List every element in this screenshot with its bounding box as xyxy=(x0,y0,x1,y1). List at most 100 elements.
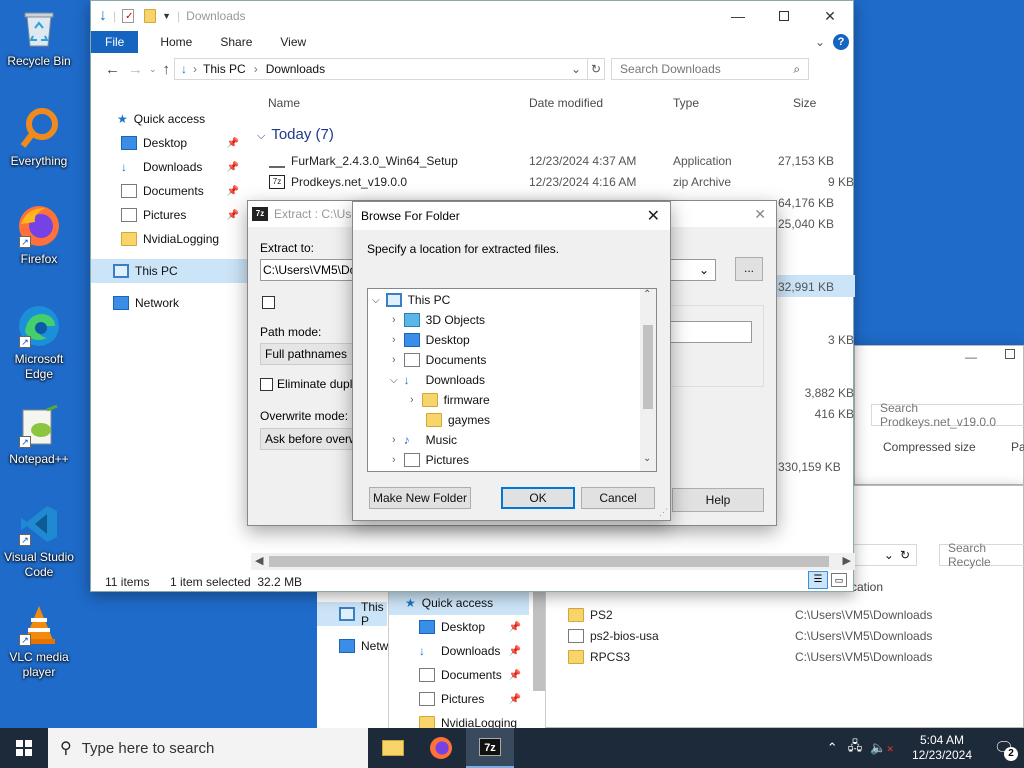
nav-desktop[interactable]: Desktop 📌 xyxy=(389,615,529,639)
taskbar-file-explorer[interactable] xyxy=(382,740,404,756)
column-type[interactable]: Type xyxy=(673,96,699,110)
notification-center-button[interactable]: 🗨 2 xyxy=(984,728,1024,768)
nav-downloads[interactable]: ↓ Downloads 📌 xyxy=(91,155,247,179)
close-button[interactable]: ✕ xyxy=(754,206,766,223)
maximize-button[interactable] xyxy=(1005,349,1015,359)
nav-nvidialogging[interactable]: NvidiaLogging xyxy=(91,227,247,251)
horizontal-scrollbar[interactable]: ◀ ▶ xyxy=(251,553,855,570)
scroll-up-icon[interactable]: ⌃ xyxy=(643,289,651,300)
title-bar[interactable]: Browse For Folder ✕ xyxy=(353,202,670,230)
tab-share[interactable]: Share xyxy=(206,31,266,53)
help-button[interactable]: Help xyxy=(672,488,764,512)
tree-item-this-pc[interactable]: ⌵ This PC xyxy=(372,290,450,310)
file-row[interactable]: FurMark_2.4.3.0_Win64_Setup xyxy=(269,150,458,171)
column-location[interactable]: cation xyxy=(851,580,883,594)
column-pa[interactable]: Pa xyxy=(1011,440,1024,454)
start-button[interactable] xyxy=(0,728,48,768)
tree-item-3d-objects[interactable]: › 3D Objects xyxy=(392,310,485,330)
volume-muted-icon[interactable]: 🔈✕ xyxy=(870,740,894,756)
expand-ribbon-icon[interactable]: ⌄ xyxy=(815,35,825,49)
nav-pictures[interactable]: Pictures 📌 xyxy=(389,687,529,711)
resize-grip-icon[interactable]: ⋰ xyxy=(659,507,668,518)
column-date-modified[interactable]: Date modified xyxy=(529,96,603,110)
explorer-bottom-window[interactable]: ★ Quick access Desktop 📌 ↓ Downloads 📌 Docum… xyxy=(388,590,546,730)
desktop-icon-recycle-bin[interactable]: Recycle Bin xyxy=(0,6,78,69)
tree-item-gaymes[interactable]: gaymes xyxy=(426,410,490,430)
file-row[interactable]: 7z Prodkeys.net_v19.0.0 xyxy=(269,171,407,192)
help-icon[interactable]: ? xyxy=(833,34,849,50)
desktop-icon-vscode[interactable]: ↗ Visual Studio Code xyxy=(0,502,78,580)
password-input[interactable] xyxy=(668,321,752,343)
group-header[interactable]: ⌵ Today (7) xyxy=(257,126,334,143)
tree-item-documents[interactable]: › Documents xyxy=(392,350,486,370)
tree-scrollbar[interactable]: ⌃ ⌄ xyxy=(640,289,656,471)
large-icons-view-button[interactable]: ▭ xyxy=(831,573,847,587)
make-new-folder-button[interactable]: Make New Folder xyxy=(369,487,471,509)
folder-tree[interactable]: ⌵ This PC › 3D Objects › Desktop › Documents… xyxy=(367,288,657,472)
nav-quick-access[interactable]: ★ Quick access xyxy=(389,591,529,615)
scroll-right-icon[interactable]: ▶ xyxy=(843,554,851,567)
close-button[interactable]: ✕ xyxy=(647,206,660,226)
browse-for-folder-dialog[interactable]: Browse For Folder ✕ Specify a location f… xyxy=(352,201,671,521)
column-compressed-size[interactable]: Compressed size xyxy=(883,440,976,454)
file-row[interactable]: RPCS3 xyxy=(568,646,630,667)
scrollbar-thumb[interactable] xyxy=(643,325,653,409)
network-icon[interactable]: 🖧 xyxy=(848,737,863,759)
search-input[interactable]: Search Downloads ⌕ xyxy=(611,58,810,80)
chevron-up-icon[interactable]: ⌃ xyxy=(827,740,838,756)
breadcrumb-downloads[interactable]: Downloads xyxy=(266,62,325,76)
desktop-icon-notepadpp[interactable]: ↗ Notepad++ xyxy=(0,404,78,467)
address-bar[interactable]: ↓ › This PC › Downloads ⌄ xyxy=(174,58,589,80)
up-arrow-icon[interactable]: ↑ xyxy=(163,61,171,78)
path-mode-select[interactable]: Full pathnames xyxy=(260,343,354,365)
tree-item-firmware[interactable]: › firmware xyxy=(410,390,490,410)
details-view-button[interactable]: ☰ xyxy=(808,571,828,589)
minimize-button[interactable]: — xyxy=(715,1,761,31)
back-arrow-icon[interactable]: ← xyxy=(105,61,120,78)
scroll-down-icon[interactable]: ⌄ xyxy=(643,453,651,464)
recent-chevron-icon[interactable]: ⌄ xyxy=(149,64,157,75)
desktop-icon-firefox[interactable]: ↗ Firefox xyxy=(0,204,78,267)
recycle-search-input[interactable]: Search Recycle xyxy=(939,541,1024,569)
extract-to-dropdown[interactable]: ⌄ xyxy=(668,259,716,281)
maximize-button[interactable] xyxy=(761,1,807,31)
properties-icon[interactable]: ✓ xyxy=(122,9,135,23)
desktop-icon-vlc[interactable]: ↗ VLC media player xyxy=(0,602,78,680)
nav-documents[interactable]: Documents 📌 xyxy=(389,663,529,687)
extract-to-input[interactable]: C:\Users\VM5\Dow xyxy=(260,259,354,281)
tree-item-pictures[interactable]: › Pictures xyxy=(392,450,469,470)
breadcrumb-this-pc[interactable]: This PC xyxy=(203,62,246,76)
scroll-left-icon[interactable]: ◀ xyxy=(255,554,263,567)
new-folder-icon[interactable] xyxy=(144,9,157,23)
desktop-icon-edge[interactable]: ↗ Microsoft Edge xyxy=(0,304,78,382)
taskbar-firefox[interactable] xyxy=(430,737,452,759)
customize-toolbar-icon[interactable]: ▼ xyxy=(162,11,171,21)
scrollbar-thumb[interactable] xyxy=(269,556,829,567)
tab-home[interactable]: Home xyxy=(146,31,206,53)
nav-network[interactable]: Network xyxy=(91,291,247,315)
file-row[interactable]: PS2 xyxy=(568,604,613,625)
nav-desktop[interactable]: Desktop 📌 xyxy=(91,131,247,155)
forward-arrow-icon[interactable]: → xyxy=(128,61,143,78)
ok-button[interactable]: OK xyxy=(501,487,575,509)
tab-view[interactable]: View xyxy=(266,31,320,53)
overwrite-mode-select[interactable]: Ask before overwri xyxy=(260,428,354,450)
nav-pictures[interactable]: Pictures 📌 xyxy=(91,203,247,227)
nav-network[interactable]: Netw xyxy=(317,634,388,658)
nav-quick-access[interactable]: ★ Quick access xyxy=(91,107,241,131)
column-name[interactable]: Name xyxy=(268,96,300,110)
chevron-down-icon[interactable]: ⌄ xyxy=(571,62,581,76)
browse-button[interactable]: ... xyxy=(735,257,763,281)
file-row[interactable]: ps2-bios-usa xyxy=(568,625,659,646)
nav-this-pc[interactable]: This PC xyxy=(91,259,247,283)
title-bar[interactable]: ↓ | ✓ ▼ | Downloads — ✕ xyxy=(91,1,853,31)
minimize-button[interactable]: — xyxy=(965,350,977,364)
tree-item-desktop[interactable]: › Desktop xyxy=(392,330,470,350)
scrollbar[interactable] xyxy=(533,591,545,691)
archive-search-input[interactable]: Search Prodkeys.net_v19.0.0 xyxy=(871,401,1024,429)
tree-item-downloads[interactable]: ⌵ ↓ Downloads xyxy=(390,370,485,390)
back-archive-window[interactable]: — Search Prodkeys.net_v19.0.0 Compressed… xyxy=(854,345,1024,485)
nav-documents[interactable]: Documents 📌 xyxy=(91,179,247,203)
address-dropdown[interactable]: ⌄ ↻ xyxy=(851,544,917,566)
nav-downloads[interactable]: ↓ Downloads 📌 xyxy=(389,639,529,663)
